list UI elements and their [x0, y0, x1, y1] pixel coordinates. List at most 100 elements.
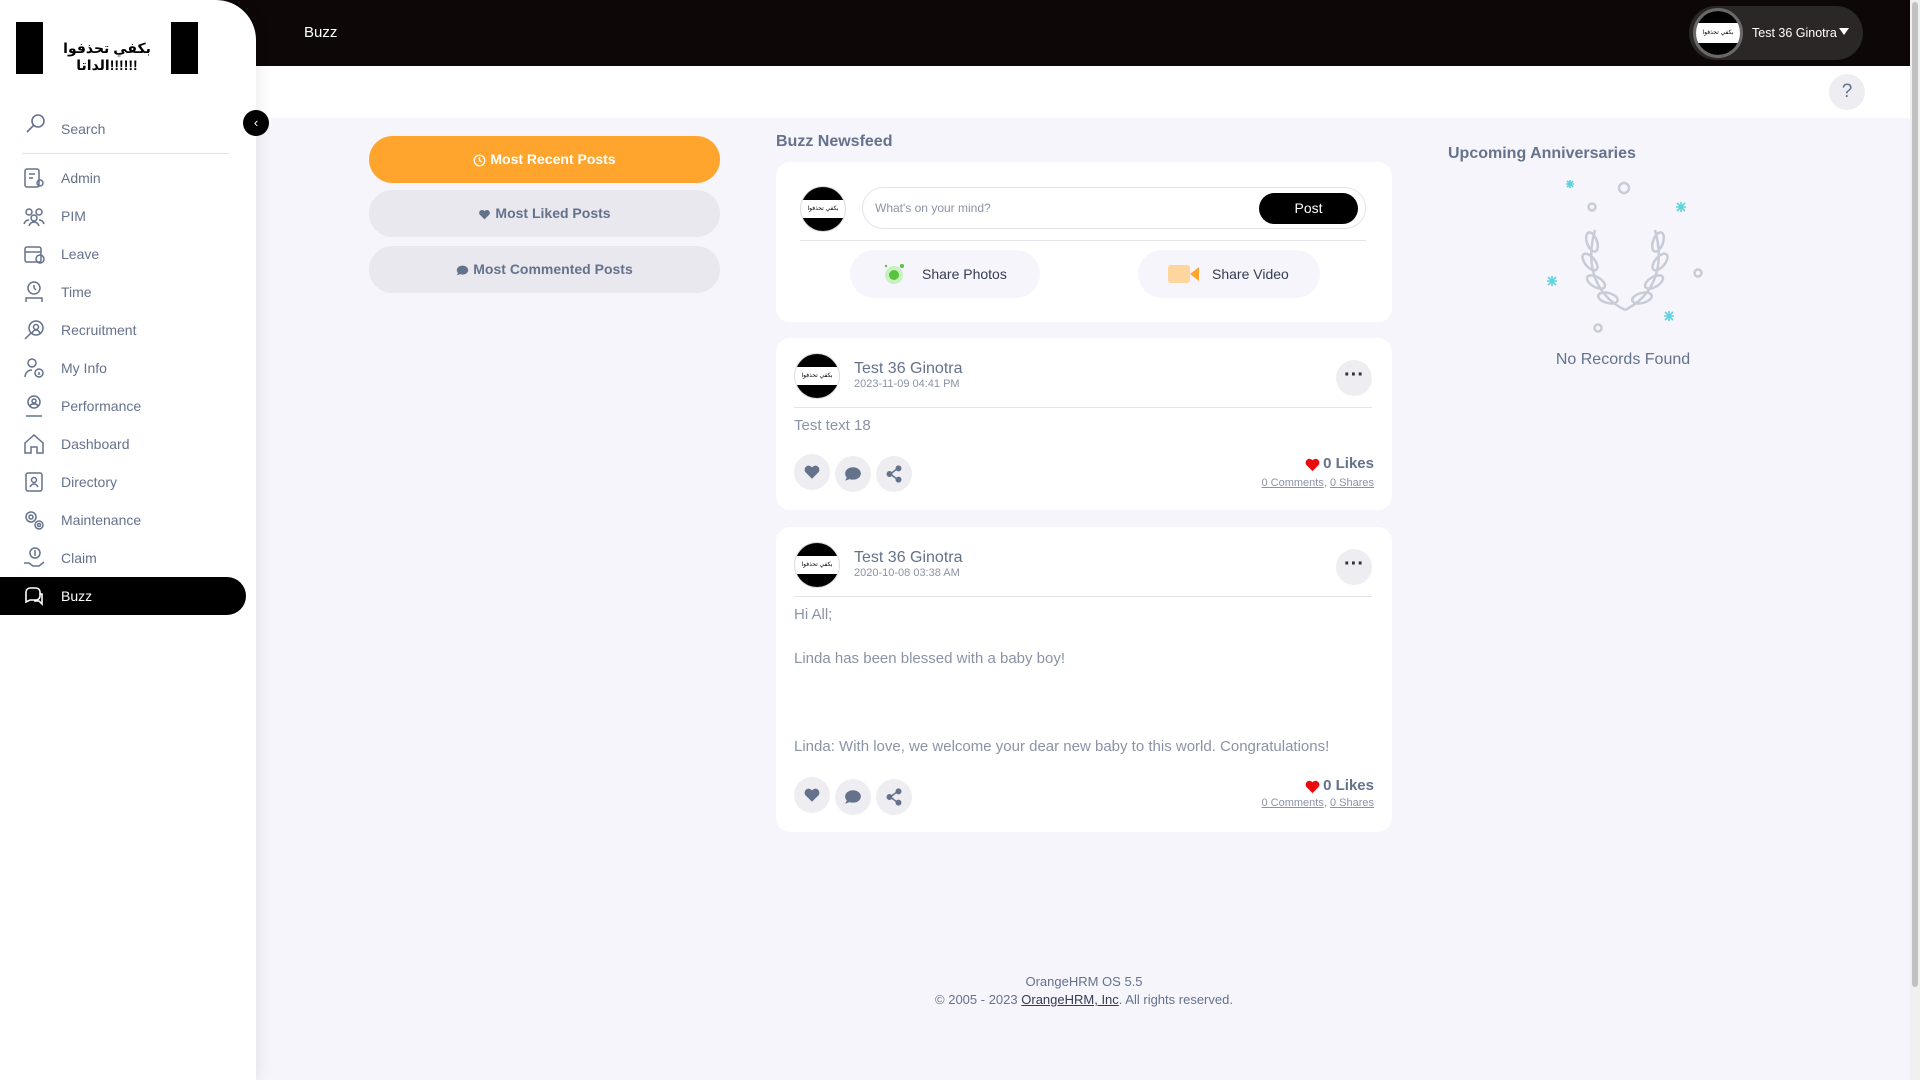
post-author: Test 36 Ginotra — [854, 549, 963, 566]
shares-count[interactable]: 0 Shares — [1330, 797, 1374, 809]
time-icon — [25, 281, 43, 302]
post-text-line: Linda has been blessed with a baby boy! — [794, 650, 1066, 667]
no-records-message: No Records Found — [1555, 351, 1691, 368]
search-input[interactable]: Search — [61, 121, 105, 137]
sidebar-item-pim[interactable]: PIM — [0, 197, 246, 235]
sidebar-item-performance[interactable]: Performance — [0, 387, 246, 425]
sidebar-item-my-info[interactable]: My Info — [0, 349, 246, 387]
buzz-icon — [25, 587, 43, 606]
leave-icon — [24, 246, 45, 264]
most-recent-posts-button[interactable]: Most Recent Posts — [369, 136, 720, 183]
post-date: 2020-10-08 03:38 AM — [854, 567, 960, 579]
user-avatar: بكفي تحذفوا — [1693, 8, 1743, 58]
caret-down-icon — [1839, 28, 1849, 35]
post-author: Test 36 Ginotra — [854, 360, 963, 377]
dashboard-icon — [24, 433, 44, 454]
sidebar-item-time[interactable]: Time — [0, 273, 246, 311]
post-card: بكفي تحذفوا Test 36 Ginotra 2020-10-08 0… — [776, 527, 1392, 832]
recruitment-icon — [24, 320, 44, 340]
brand-logo[interactable]: بكفي تحذفوا الداتا!!!!!! — [16, 22, 198, 74]
avatar-image-text: بكفي تحذفوا — [1702, 30, 1734, 36]
user-name: Test 36 Ginotra — [1752, 26, 1837, 40]
most-commented-posts-button[interactable]: Most Commented Posts — [369, 246, 720, 293]
sub-header — [0, 66, 1910, 118]
sidebar-item-directory[interactable]: Directory — [0, 463, 246, 501]
anniversaries-title: Upcoming Anniversaries — [1448, 145, 1636, 162]
post-text-line: Linda: With love, we welcome your dear n… — [794, 738, 1330, 755]
share-video-button[interactable]: Share Video — [1138, 250, 1320, 298]
footer-copyright: © 2005 - 2023 OrangeHRM, Inc. All rights… — [935, 992, 1233, 1007]
like-button[interactable] — [794, 777, 830, 813]
maintenance-icon — [25, 511, 44, 530]
newsfeed-title: Buzz Newsfeed — [776, 133, 893, 150]
heart-icon — [804, 788, 820, 802]
likes-count: 0 Likes — [1305, 777, 1374, 794]
divider — [794, 407, 1372, 408]
share-photos-button[interactable]: Share Photos — [850, 250, 1040, 298]
sidebar-item-buzz[interactable]: Buzz — [0, 577, 246, 615]
photo-icon — [884, 264, 904, 284]
post-stats: 0 Comments, 0 Shares — [1261, 797, 1374, 809]
comments-count[interactable]: 0 Comments — [1261, 477, 1323, 489]
compose-avatar: بكفي تحذفوا — [800, 186, 846, 232]
user-dropdown[interactable]: بكفي تحذفوا Test 36 Ginotra — [1689, 6, 1863, 60]
claim-icon — [24, 547, 45, 567]
help-button[interactable]: ? — [1829, 74, 1865, 110]
video-icon — [1168, 265, 1199, 283]
page-scrollbar[interactable] — [1910, 0, 1920, 1080]
share-button[interactable] — [876, 779, 912, 815]
post-button[interactable]: Post — [1259, 193, 1358, 224]
sidebar-item-leave[interactable]: Leave — [0, 235, 246, 273]
post-card: بكفي تحذفوا Test 36 Ginotra 2023-11-09 0… — [776, 338, 1392, 510]
likes-count: 0 Likes — [1305, 455, 1374, 472]
compose-post-card: بكفي تحذفوا What's on your mind? Post Sh… — [776, 162, 1392, 322]
logo-text: بكفي تحذفوا الداتا!!!!!! — [63, 40, 151, 73]
directory-icon — [25, 472, 43, 492]
divider — [794, 596, 1372, 597]
sidebar: بكفي تحذفوا الداتا!!!!!! Search Admin PI… — [0, 0, 256, 1080]
liked-heart-icon — [1305, 458, 1320, 471]
my-info-icon — [24, 358, 44, 378]
divider — [800, 240, 1366, 241]
orangehrm-link[interactable]: OrangeHRM, Inc — [1021, 992, 1119, 1007]
more-options-button[interactable]: ··· — [1336, 549, 1372, 585]
clock-icon — [473, 154, 486, 167]
post-text-line: Hi All; — [794, 606, 833, 623]
post-text: Test text 18 — [794, 417, 871, 434]
heart-icon — [479, 209, 491, 220]
sidebar-item-claim[interactable]: Claim — [0, 539, 246, 577]
scrollbar-thumb[interactable] — [1912, 2, 1918, 987]
most-liked-posts-button[interactable]: Most Liked Posts — [369, 190, 720, 237]
more-options-button[interactable]: ··· — [1336, 360, 1372, 396]
performance-icon — [26, 395, 42, 417]
share-icon — [886, 465, 902, 483]
comment-icon — [845, 790, 861, 804]
comment-icon — [845, 467, 861, 481]
page-title: Buzz — [304, 24, 338, 41]
heart-icon — [804, 465, 820, 479]
sidebar-item-dashboard[interactable]: Dashboard — [0, 425, 246, 463]
comment-button[interactable] — [835, 779, 871, 815]
share-icon — [886, 788, 902, 806]
post-date: 2023-11-09 04:41 PM — [854, 378, 960, 390]
collapse-sidebar-button[interactable]: ‹ — [243, 110, 269, 136]
sidebar-item-recruitment[interactable]: Recruitment — [0, 311, 246, 349]
laurel-wreath-icon — [1547, 180, 1703, 333]
share-button[interactable] — [876, 456, 912, 492]
sidebar-item-maintenance[interactable]: Maintenance — [0, 501, 246, 539]
liked-heart-icon — [1305, 780, 1320, 793]
comment-button[interactable] — [835, 456, 871, 492]
like-button[interactable] — [794, 454, 830, 490]
shares-count[interactable]: 0 Shares — [1330, 477, 1374, 489]
sidebar-search[interactable]: Search — [22, 110, 229, 154]
post-input-placeholder: What's on your mind? — [875, 201, 991, 215]
post-author-avatar: بكفي تحذفوا — [794, 353, 840, 399]
post-author-avatar: بكفي تحذفوا — [794, 542, 840, 588]
sidebar-item-admin[interactable]: Admin — [0, 159, 246, 197]
admin-icon — [24, 168, 44, 188]
pim-icon — [23, 208, 45, 227]
comments-count[interactable]: 0 Comments — [1261, 797, 1323, 809]
footer-version: OrangeHRM OS 5.5 — [1025, 974, 1143, 989]
top-bar: Buzz بكفي تحذفوا Test 36 Ginotra — [0, 0, 1910, 66]
post-stats: 0 Comments, 0 Shares — [1261, 477, 1374, 489]
